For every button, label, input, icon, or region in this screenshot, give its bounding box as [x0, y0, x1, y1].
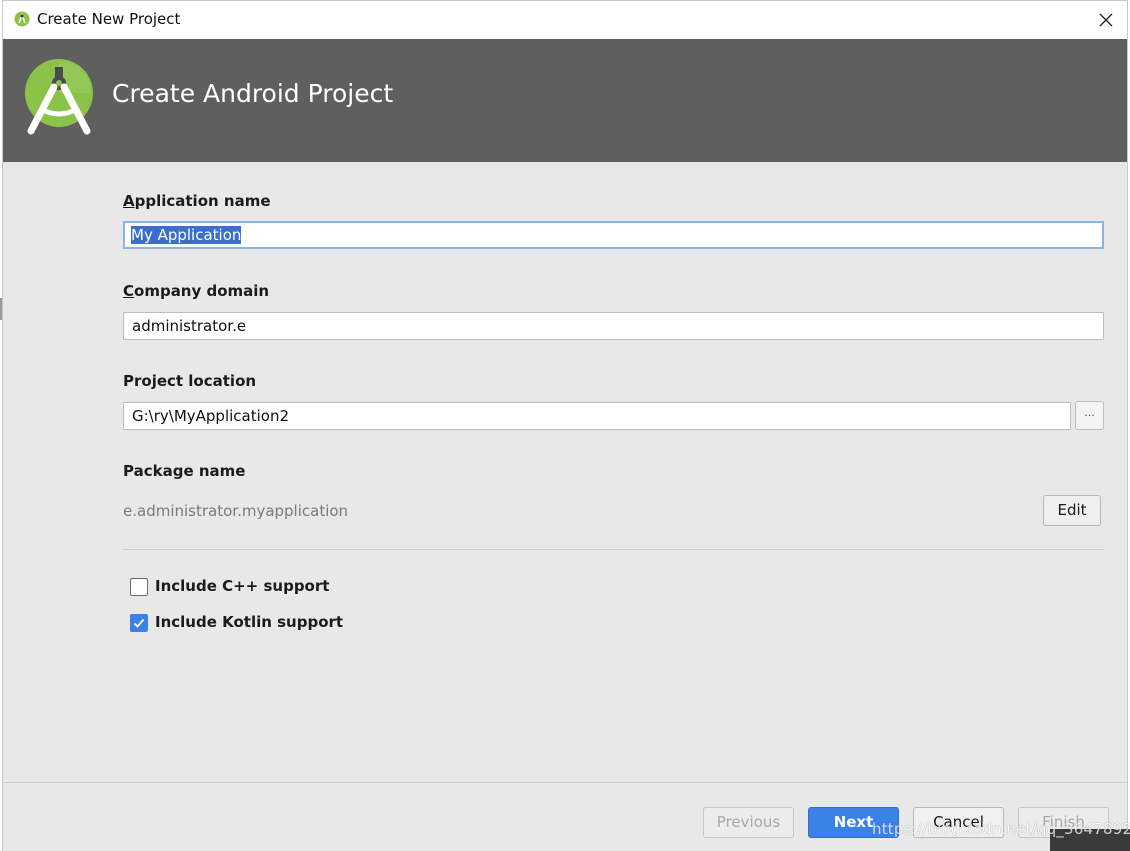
mnemonic-char: C [123, 282, 135, 300]
kotlin-support-label[interactable]: Include Kotlin support [155, 613, 343, 631]
company-domain-input[interactable]: administrator.e [123, 312, 1104, 340]
watermark-text: https://blog.csdn.net/qq_36478927 [872, 820, 1130, 838]
android-studio-logo-icon [25, 59, 93, 135]
edit-package-button[interactable]: Edit [1043, 495, 1101, 526]
close-button[interactable] [1085, 1, 1127, 39]
project-location-input[interactable]: G:\ry\MyApplication2 [123, 402, 1071, 430]
cpp-support-checkbox[interactable] [130, 578, 148, 596]
page-title: Create Android Project [112, 79, 394, 108]
mnemonic-char: A [123, 192, 135, 210]
form-content: Application name My Application Company … [3, 162, 1127, 782]
selected-text: My Application [131, 226, 242, 244]
dialog-window: Create New Project Create Android Projec… [2, 0, 1128, 851]
company-domain-label: Company domain [123, 282, 269, 300]
label-text: ompany domain [134, 282, 270, 300]
checkmark-icon [133, 618, 145, 628]
application-name-input[interactable]: My Application [123, 221, 1104, 249]
previous-button[interactable]: Previous [703, 807, 794, 838]
title-bar: Create New Project [3, 1, 1127, 39]
window-title: Create New Project [37, 10, 181, 28]
close-icon [1099, 13, 1113, 27]
browse-button[interactable]: ... [1075, 401, 1104, 430]
project-location-label: Project location [123, 372, 257, 390]
android-studio-icon [14, 11, 30, 27]
application-name-label: Application name [123, 192, 271, 210]
divider [123, 549, 1104, 550]
kotlin-support-checkbox[interactable] [130, 614, 148, 632]
cpp-support-label[interactable]: Include C++ support [155, 577, 329, 595]
package-name-label: Package name [123, 462, 246, 480]
package-name-value: e.administrator.myapplication [123, 502, 349, 520]
header-banner: Create Android Project [3, 39, 1127, 162]
label-text: pplication name [134, 192, 271, 210]
dialog-footer: Previous Next Cancel Finish [3, 783, 1127, 851]
